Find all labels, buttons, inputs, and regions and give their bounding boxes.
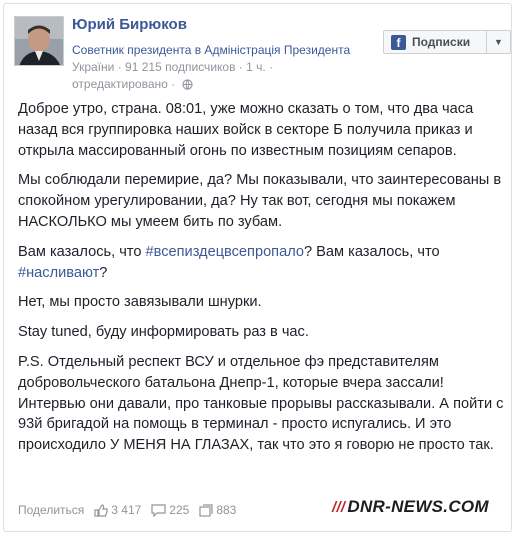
facebook-icon: f	[391, 34, 406, 50]
author-name[interactable]: Юрий Бирюков	[72, 16, 187, 33]
post-paragraph-4: Нет, мы просто завязывали шнурки.	[18, 294, 262, 311]
post-header: Юрий Бирюков Советник президента в Адмін…	[14, 12, 511, 91]
author-role[interactable]: Советник президента в Адміністрація През…	[72, 43, 350, 57]
watermark-logo: ///DNR-NEWS.COM	[332, 497, 489, 516]
post-paragraph-5: Stay tuned, буду информировать раз в час…	[18, 324, 309, 341]
post-paragraph-1: Доброе утро, страна. 08:01, уже можно ск…	[18, 101, 474, 159]
subscribe-button[interactable]: f Подписки ▼	[383, 30, 511, 54]
like-icon	[94, 503, 108, 517]
edited-label[interactable]: отредактировано	[72, 77, 168, 91]
author-country: України	[72, 60, 115, 74]
post-time[interactable]: 1 ч.	[246, 60, 266, 74]
author-meta: Советник президента в Адміністрація През…	[72, 42, 382, 95]
post-card: Юрий Бирюков Советник президента в Адмін…	[3, 3, 512, 532]
share-count[interactable]: 883	[199, 503, 236, 517]
chevron-down-icon[interactable]: ▼	[486, 31, 510, 53]
share-icon	[199, 503, 213, 517]
follower-count[interactable]: 91 215 подписчиков	[125, 60, 235, 74]
post-paragraph-6: P.S. Отдельный респект ВСУ и отдельное ф…	[18, 353, 504, 454]
comment-icon	[151, 503, 166, 517]
avatar[interactable]	[14, 16, 64, 66]
comment-count[interactable]: 225	[151, 503, 189, 517]
post-paragraph-2: Мы соблюдали перемирие, да? Мы показывал…	[18, 172, 502, 230]
hashtag-link[interactable]: #всепиздецвсепропало	[146, 244, 305, 260]
like-count[interactable]: 3 417	[94, 503, 141, 517]
post-paragraph-3: Вам казалось, что #всепиздецвсепропало? …	[18, 243, 440, 281]
share-link[interactable]: Поделиться	[18, 503, 84, 517]
globe-icon	[181, 78, 193, 95]
subscribe-label: Подписки	[412, 35, 471, 49]
post-body: Доброе утро, страна. 08:01, уже можно ск…	[18, 99, 504, 465]
hashtag-link[interactable]: #насливают	[18, 265, 99, 281]
